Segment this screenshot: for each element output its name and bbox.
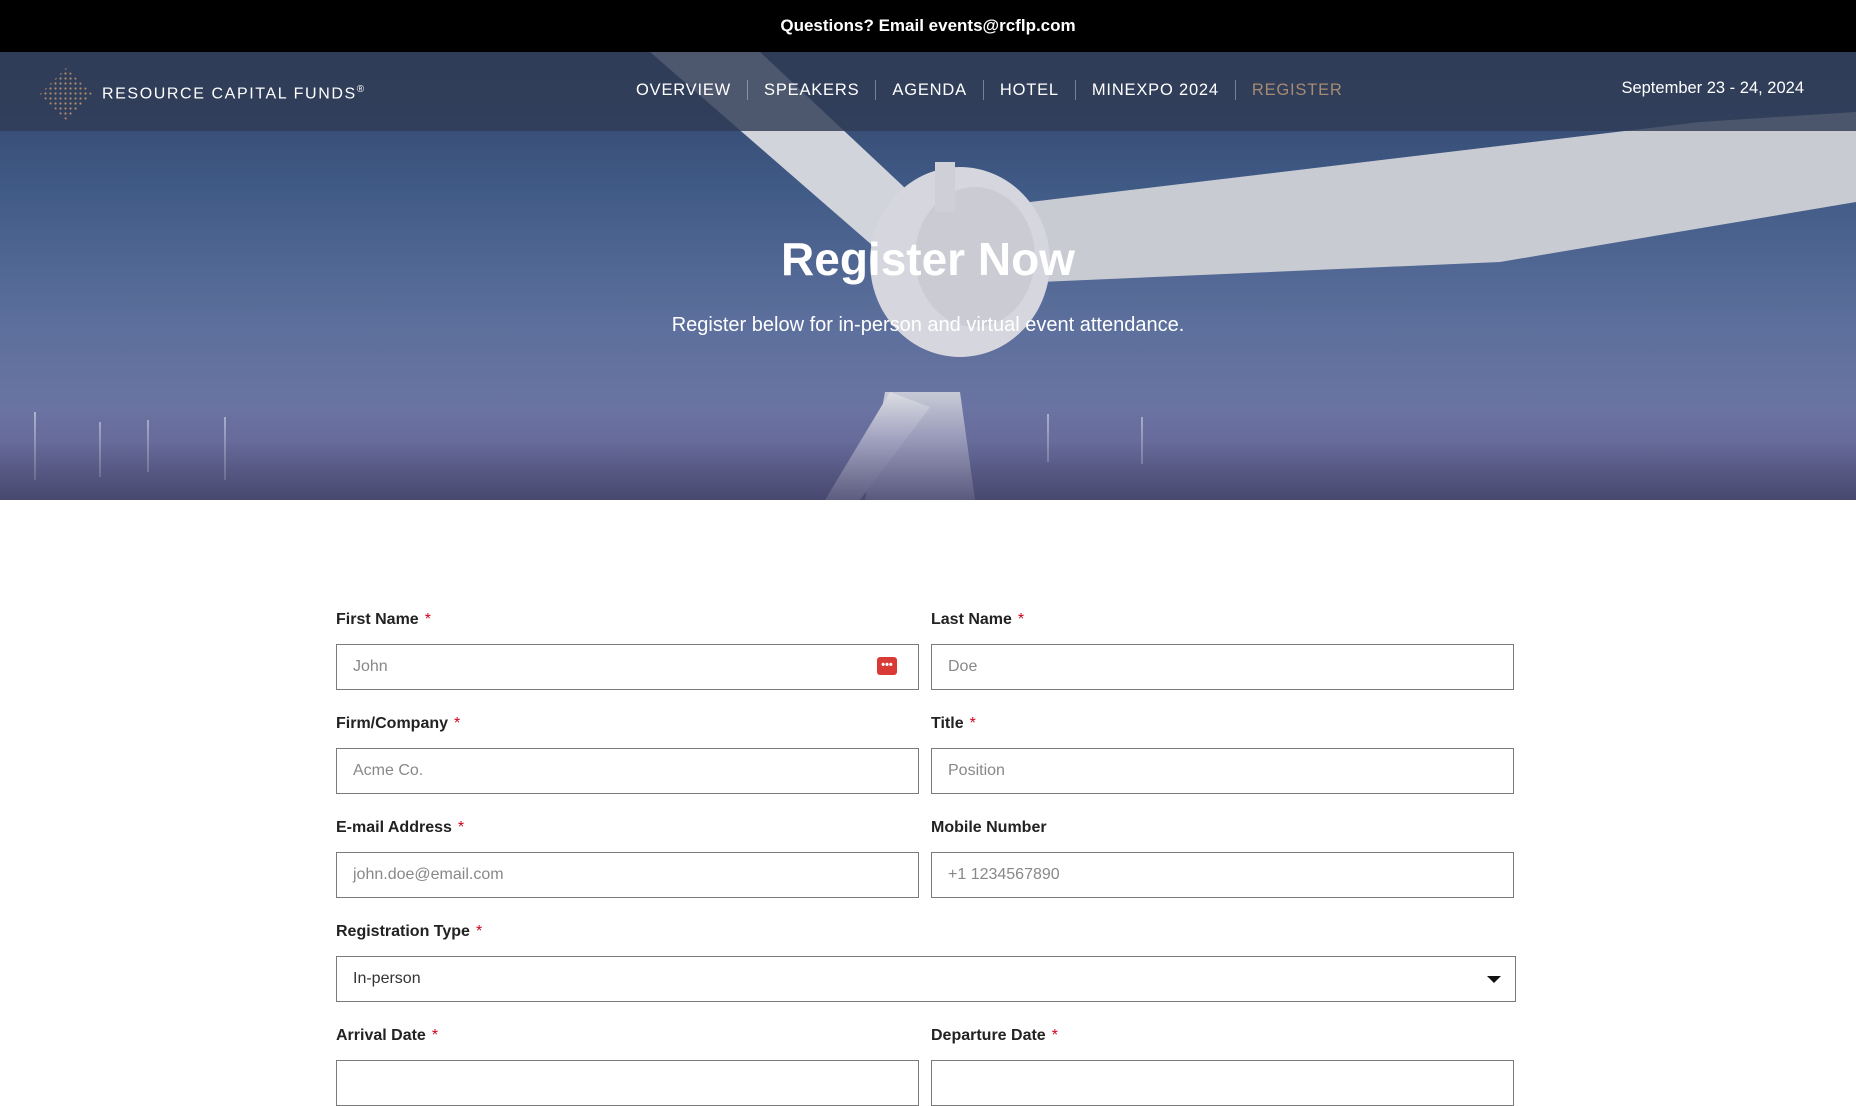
nav-hotel[interactable]: HOTEL <box>982 80 1075 100</box>
first-name-label: First Name * <box>336 611 431 628</box>
departure-date-input[interactable] <box>931 1060 1514 1106</box>
chevron-down-icon <box>1487 976 1501 983</box>
page-title: Register Now <box>781 233 1075 285</box>
last-name-input[interactable]: Doe <box>931 644 1514 690</box>
email-input[interactable]: john.doe@email.com <box>336 852 919 898</box>
contact-text: Questions? Email events@rcflp.com <box>780 16 1076 35</box>
nav-speakers[interactable]: SPEAKERS <box>747 80 875 100</box>
brand-logo[interactable]: RESOURCE CAPITAL FUNDS® <box>38 66 366 122</box>
horizon-haze <box>0 392 1856 500</box>
nav-overview[interactable]: OVERVIEW <box>620 80 747 100</box>
registration-type-select[interactable]: In-person <box>336 956 1516 1002</box>
company-label: Firm/Company * <box>336 715 461 732</box>
arrival-date-label: Arrival Date * <box>336 1027 439 1044</box>
password-manager-icon[interactable]: ••• <box>877 657 897 675</box>
nav-agenda[interactable]: AGENDA <box>875 80 982 100</box>
mobile-input[interactable]: +1 1234567890 <box>931 852 1514 898</box>
registration-type-label: Registration Type * <box>336 923 483 940</box>
top-contact-bar: Questions? Email events@rcflp.com <box>0 0 1856 52</box>
title-label: Title * <box>931 715 976 732</box>
event-date: September 23 - 24, 2024 <box>1621 79 1804 97</box>
primary-nav: OVERVIEW SPEAKERS AGENDA HOTEL MINEXPO 2… <box>620 80 1359 100</box>
last-name-label: Last Name * <box>931 611 1025 628</box>
nav-minexpo[interactable]: MINEXPO 2024 <box>1074 80 1235 100</box>
page-subtitle: Register below for in-person and virtual… <box>671 314 1185 336</box>
company-input[interactable]: Acme Co. <box>336 748 919 794</box>
brand-name: RESOURCE CAPITAL FUNDS® <box>102 84 366 103</box>
mobile-label: Mobile Number <box>931 819 1047 836</box>
nav-register[interactable]: REGISTER <box>1234 80 1359 100</box>
title-input[interactable]: Position <box>931 748 1514 794</box>
departure-date-label: Departure Date * <box>931 1027 1058 1044</box>
registration-type-value: In-person <box>353 970 421 987</box>
diamond-logo-icon <box>40 68 92 120</box>
arrival-date-input[interactable] <box>336 1060 919 1106</box>
first-name-input[interactable]: John <box>336 644 919 690</box>
email-label: E-mail Address * <box>336 819 465 836</box>
